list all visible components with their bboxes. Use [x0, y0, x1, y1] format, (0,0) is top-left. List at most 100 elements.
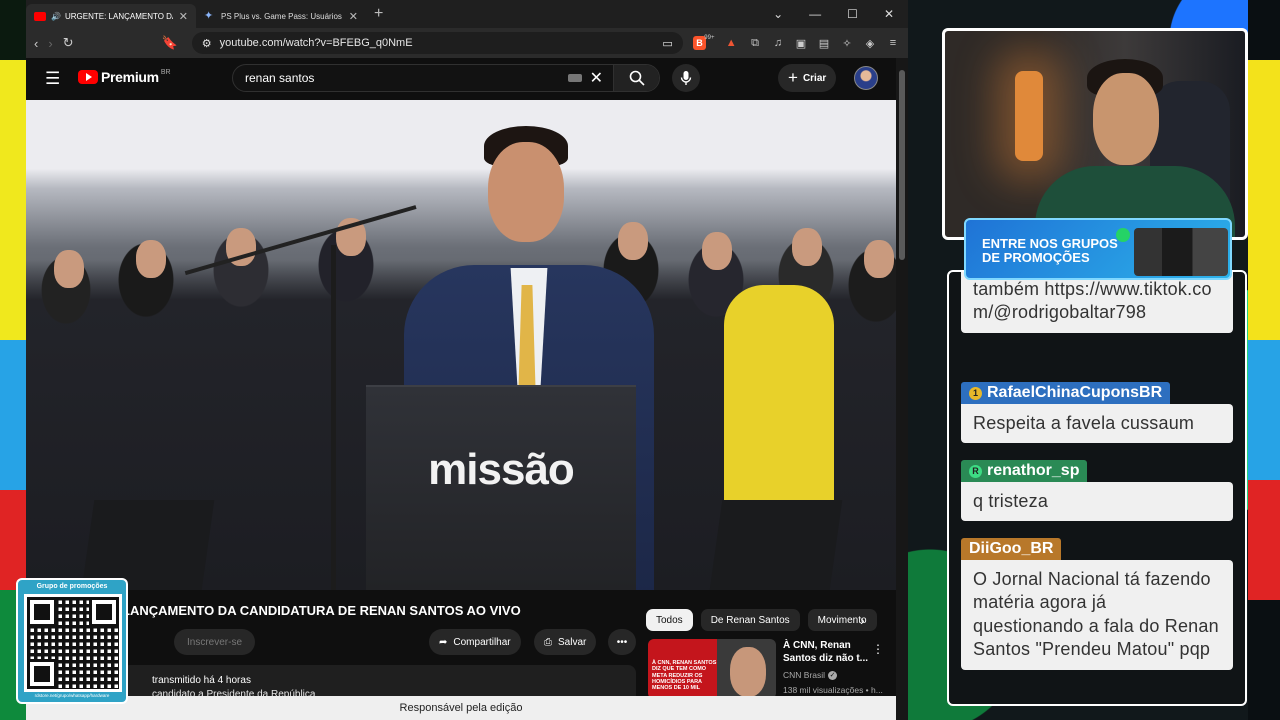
more-actions-button[interactable]: •••: [608, 629, 636, 655]
address-bar[interactable]: ⚙ youtube.com/watch?v=BFEBG_q0NmE ▭: [191, 32, 683, 54]
brave-rewards-icon[interactable]: ▲: [724, 36, 738, 50]
chevron-right-icon[interactable]: ›: [860, 612, 865, 628]
new-tab-button[interactable]: +: [374, 5, 383, 23]
save-button[interactable]: ⎙ Salvar: [534, 629, 597, 655]
tab-title: PS Plus vs. Game Pass: Usuários Ativos -…: [221, 11, 343, 21]
microphone-icon: [680, 71, 692, 85]
tab-youtube[interactable]: 🔊 URGENTE: LANÇAMENTO DA CANDIDATURA ✕: [26, 4, 196, 28]
chat-message: R renathor_sp q tristeza: [961, 460, 1233, 522]
close-tab-icon[interactable]: ✕: [349, 10, 358, 23]
reload-icon[interactable]: ↻: [63, 35, 74, 51]
stage-monitor: [709, 500, 843, 590]
forward-icon[interactable]: ›: [48, 36, 52, 51]
channel-name: CNN Brasil: [783, 670, 826, 680]
more-icon: •••: [616, 636, 628, 648]
vpn-icon[interactable]: ◈: [863, 36, 877, 50]
extensions-area: ⧉ ♫ ▣ ▤ ✧ ◈ ≡: [748, 36, 900, 50]
badge-icon: 1: [969, 386, 982, 400]
bookmark-save-icon: ⎙: [544, 636, 552, 648]
extensions-icon[interactable]: ⧉: [748, 36, 762, 50]
voice-search-button[interactable]: [672, 64, 700, 92]
share-icon: ➦: [439, 636, 448, 648]
youtube-play-icon: [78, 70, 98, 84]
chat-text: Respeita a favela cussaum: [961, 404, 1233, 444]
create-label: Criar: [802, 72, 827, 84]
search-input[interactable]: [245, 71, 568, 85]
thumbnail-face: [730, 647, 766, 697]
chat-message: DiiGoo_BR O Jornal Nacional tá fazendo m…: [961, 538, 1233, 670]
chat-panel: também https://www.tiktok.com/@rodrigoba…: [947, 270, 1247, 706]
chat-username: R renathor_sp: [961, 460, 1088, 482]
related-chips: Todos De Renan Santos Movimento: [646, 609, 877, 631]
share-button[interactable]: ➦ Compartilhar: [429, 629, 521, 655]
chat-text: O Jornal Nacional tá fazendo matéria ago…: [961, 560, 1233, 670]
share-label: Compartilhar: [453, 636, 511, 648]
tab-gemini[interactable]: ✦ PS Plus vs. Game Pass: Usuários Ativos…: [196, 4, 366, 28]
stream-stripe-right: [1248, 0, 1280, 720]
qr-finder: [27, 597, 57, 627]
hamburger-menu-icon[interactable]: ☰: [45, 69, 60, 89]
keyboard-icon[interactable]: [567, 74, 582, 82]
promo-products-image: [1134, 228, 1228, 276]
thumbnail-caption: À CNN, RENAN SANTOS DIZ QUE TEM COMO MET…: [652, 660, 717, 692]
recommendation-thumbnail[interactable]: À CNN, RENAN SANTOS DIZ QUE TEM COMO MET…: [648, 639, 776, 699]
subscribe-button[interactable]: Inscrever-se: [174, 629, 256, 655]
gemini-icon: ✦: [204, 9, 214, 22]
video-player[interactable]: missão: [26, 100, 896, 590]
kebab-menu-icon[interactable]: ⋮: [872, 642, 884, 656]
bookmark-icon[interactable]: 🔖: [162, 35, 178, 51]
recommendation-channel[interactable]: CNN Brasil ✓: [783, 670, 838, 680]
wallet-icon[interactable]: ▤: [817, 36, 831, 50]
promo-banner: ENTRE NOS GRUPOS DE PROMOÇÕES: [964, 218, 1232, 280]
maximize-icon[interactable]: ☐: [847, 7, 858, 21]
cast-icon[interactable]: ▭: [662, 37, 672, 50]
promo-text: ENTRE NOS GRUPOS DE PROMOÇÕES: [982, 236, 1118, 266]
crowd-face: [702, 232, 732, 270]
close-window-icon[interactable]: ✕: [884, 7, 894, 21]
qr-finder: [89, 597, 119, 627]
media-icon[interactable]: ♫: [771, 36, 785, 50]
yellow-jacket: [724, 285, 834, 525]
username-text: RafaelChinaCuponsBR: [987, 384, 1163, 401]
stage-monitor: [81, 500, 215, 590]
youtube-header: ☰ Premium BR ✕ + Criar: [26, 58, 896, 98]
avatar[interactable]: [854, 66, 878, 90]
mic-stand-pole: [331, 245, 336, 590]
qr-code: [24, 594, 122, 692]
webcam-feed: [942, 28, 1248, 240]
chip-movement[interactable]: Movimento: [807, 609, 877, 631]
chat-text: q tristeza: [961, 482, 1233, 522]
tab-bar: 🔊 URGENTE: LANÇAMENTO DA CANDIDATURA ✕ ✦…: [26, 0, 908, 28]
logo-region: BR: [160, 68, 171, 76]
recommendation-views: 138 mil visualizações • h...: [783, 685, 883, 695]
site-info-icon[interactable]: ⚙: [202, 37, 212, 50]
chip-from-channel[interactable]: De Renan Santos: [700, 609, 800, 631]
recommendation-title[interactable]: À CNN, Renan Santos diz não t...: [783, 639, 869, 665]
speaker-icon: 🔊: [51, 11, 61, 21]
youtube-page: ☰ Premium BR ✕ + Criar: [26, 58, 908, 720]
leo-ai-icon[interactable]: ✧: [840, 36, 854, 50]
minimize-icon[interactable]: —: [809, 7, 821, 21]
scrollbar-thumb[interactable]: [899, 70, 905, 260]
youtube-icon: [34, 11, 46, 21]
sidebar-icon[interactable]: ▣: [794, 36, 808, 50]
back-icon[interactable]: ‹: [34, 36, 38, 51]
video-title: LANÇAMENTO DA CANDIDATURA DE RENAN SANTO…: [122, 603, 521, 618]
tab-search-icon[interactable]: ⌄: [773, 7, 783, 21]
search-button[interactable]: [613, 65, 659, 91]
verified-icon: ✓: [828, 670, 838, 680]
create-button[interactable]: + Criar: [778, 64, 837, 92]
clear-search-icon[interactable]: ✕: [590, 68, 603, 88]
browser-window: 🔊 URGENTE: LANÇAMENTO DA CANDIDATURA ✕ ✦…: [26, 0, 908, 720]
logo-word: Premium: [101, 69, 159, 85]
url-text: youtube.com/watch?v=BFEBG_q0NmE: [219, 37, 413, 49]
youtube-logo[interactable]: Premium BR: [78, 69, 171, 85]
chat-username: 1 RafaelChinaCuponsBR: [961, 382, 1171, 404]
chip-all[interactable]: Todos: [646, 609, 693, 631]
menu-icon[interactable]: ≡: [886, 36, 900, 50]
close-tab-icon[interactable]: ✕: [179, 10, 188, 23]
search-icon: [629, 70, 645, 86]
crowd-face: [54, 250, 84, 288]
page-scrollbar[interactable]: [896, 58, 908, 720]
streamer-head: [1093, 73, 1159, 165]
